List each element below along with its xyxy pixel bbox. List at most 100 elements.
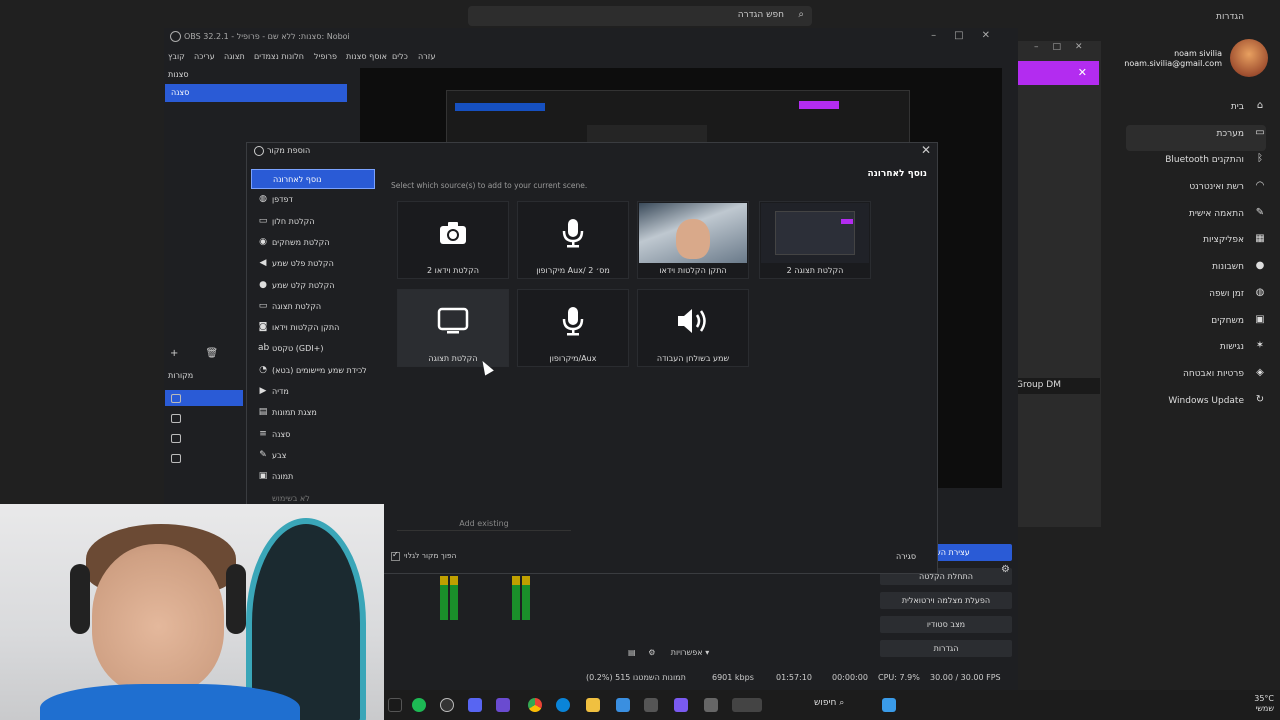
settings-nav-item[interactable]: זמן ושפה ◍ [1126,285,1266,312]
source-type-item[interactable]: ▭ הקלטת חלון [251,212,375,232]
source-type-item[interactable]: ab טקסט (GDI+) [251,339,375,359]
source-type-item[interactable]: ◉ הקלטת משחקים [251,233,375,253]
source-card[interactable]: התקן הקלטות וידאו [637,201,749,279]
close-icon[interactable]: ✕ [1078,66,1087,79]
obs-taskbar-icon[interactable] [388,698,402,712]
source-card[interactable]: מיקרופון/Aux [517,289,629,367]
store-icon[interactable] [644,698,658,712]
settings-nav-item[interactable]: אפליקציות ▦ [1126,231,1266,258]
settings-nav-label: Windows Update [1168,395,1244,406]
obs-icon[interactable] [440,698,454,712]
mic-icon [519,203,627,263]
folder-icon[interactable] [586,698,600,712]
menu-item[interactable]: פרופיל [314,52,337,61]
settings-nav-item[interactable]: מערכת ▭ [1126,124,1266,152]
settings-nav-label: Bluetooth והתקנים [1165,155,1244,166]
obs-titlebar: OBS 32.2.1 - סצנות: ללא שם - פרופיל: Nob… [164,28,1018,46]
close-button[interactable]: סגירה [881,549,931,565]
app-icon[interactable] [616,698,630,712]
settings-nav-item[interactable]: Bluetooth והתקנים ᛒ [1126,151,1266,178]
group-dm-label[interactable]: Group DM [1016,378,1100,394]
control-button[interactable]: הגדרות [880,640,1012,657]
settings-nav-item[interactable]: נגישות ✶ [1126,338,1266,365]
source-type-item[interactable]: ▭ הקלטת תצוגה [251,297,375,317]
settings-nav-label: רשת ואינטרנט [1189,182,1244,193]
edge-icon[interactable] [556,698,570,712]
menu-item[interactable]: עריכה [194,52,215,61]
add-existing-button[interactable]: Add existing [397,515,571,531]
teams-icon[interactable] [674,698,688,712]
source-card-label: מיקרופון/Aux [549,354,597,363]
profile-name: noam sivilia [1174,49,1222,58]
settings-nav-item[interactable]: פרטיות ואבטחה ◈ [1126,365,1266,392]
source-type-item[interactable]: ▤ מצגת תמונות [251,403,375,423]
source-type-item[interactable]: ◙ התקן הקלטות וידאו [251,318,375,338]
source-card[interactable]: מיקרופון Aux/ מס׳ 2 [517,201,629,279]
windows-start-icon[interactable] [882,698,896,712]
settings-nav-item[interactable]: Windows Update ↻ [1126,392,1266,419]
menu-item[interactable]: חלונות נצמדים [254,52,304,61]
speaker-icon: ◀ [259,258,267,269]
chrome-icon[interactable] [528,698,542,712]
menu-item[interactable]: עזרה [418,52,436,61]
source-type-item[interactable]: ✎ צבע [251,446,375,466]
update-icon: ↻ [1255,393,1265,405]
menu-item[interactable]: קובץ [168,52,185,61]
gear-icon[interactable]: ⚙ [1001,564,1010,575]
control-button[interactable]: מצב סטודיו [880,616,1012,633]
menu-item[interactable]: כלים [392,52,408,61]
source-type-item[interactable]: ● הקלטת קלט שמע [251,276,375,296]
taskbar-search[interactable]: חיפוש ⌕ [814,698,844,708]
weather-widget[interactable]: 35°C שמשי [1254,694,1274,714]
source-type-label: לא בשימוש [272,493,310,503]
settings-search-input[interactable]: חפש הגדרה ⌕ [468,6,812,26]
source-type-item[interactable]: לא בשימוש [251,489,375,506]
source-type-item[interactable]: ◀ הקלטת פלט שמע [251,254,375,274]
spotify-icon[interactable] [412,698,426,712]
source-card[interactable]: הקלטת תצוגה 2 [759,201,871,279]
home-icon: ⌂ [1256,100,1264,111]
play-icon: ▶ [259,386,267,396]
source-card[interactable]: הקלטת וידאו 2 [397,201,509,279]
settings-nav-item[interactable]: חשבונות ● [1126,258,1266,285]
source-type-item[interactable]: ▣ תמונה [251,467,375,487]
settings-nav-label: זמן ושפה [1209,288,1244,299]
window-controls[interactable]: –□✕ [1034,42,1097,52]
menu-item[interactable]: אוסף סצנות [346,52,387,61]
menu-item[interactable]: תצוגה [224,52,245,61]
source-card-label: הקלטת וידאו 2 [427,266,479,275]
settings-nav-item[interactable]: התאמה אישית ✎ [1126,205,1266,232]
source-type-item[interactable]: נוסף לאחרונה [251,169,375,189]
make-visible-checkbox[interactable]: הפוך מקור לגלוי [391,550,457,561]
list-icon: ≡ [259,428,267,439]
app-icon[interactable] [496,698,510,712]
discord-icon[interactable] [468,698,482,712]
volume-meter [450,576,458,620]
close-icon[interactable]: ✕ [921,143,931,157]
source-card[interactable]: הקלטת תצוגה [397,289,509,367]
source-type-item[interactable]: ◍ דפדפן [251,190,375,210]
checkbox[interactable] [391,550,400,561]
source-card-label: הקלטת תצוגה 2 [786,266,844,275]
face [676,219,710,259]
settings-nav-label: פרטיות ואבטחה [1182,368,1244,379]
source-type-item[interactable]: ▶ מדיה [251,382,375,402]
window-icon: ▭ [258,215,268,226]
settings-nav-item[interactable]: בית ⌂ [1126,98,1266,125]
gear-icon[interactable]: ⚙ [648,648,655,657]
scene-item[interactable]: סצנה [165,84,347,102]
monitor-icon [171,434,181,443]
settings-nav-item[interactable]: רשת ואינטרנט ◠ [1126,178,1266,205]
settings-nav-item[interactable]: משחקים ▣ [1126,312,1266,339]
widgets-icon[interactable] [732,698,762,712]
source-type-item[interactable]: ◔ לכידת שמע מיישומים (בטא) [251,361,375,381]
obs-window-controls[interactable]: –□✕ [931,30,1008,41]
options-button[interactable]: אפשרויות [671,648,703,657]
source-card[interactable]: שמע בשולחן העבודה [637,289,749,367]
source-type-item[interactable]: ≡ סצנה [251,425,375,445]
control-button[interactable]: הפעלת מצלמה וירטואלית [880,592,1012,609]
app-icon[interactable] [704,698,718,712]
monitor-icon [171,454,181,463]
checkbox-label: הפוך מקור לגלוי [404,551,457,560]
layout-icon[interactable]: ▤ [628,648,636,657]
